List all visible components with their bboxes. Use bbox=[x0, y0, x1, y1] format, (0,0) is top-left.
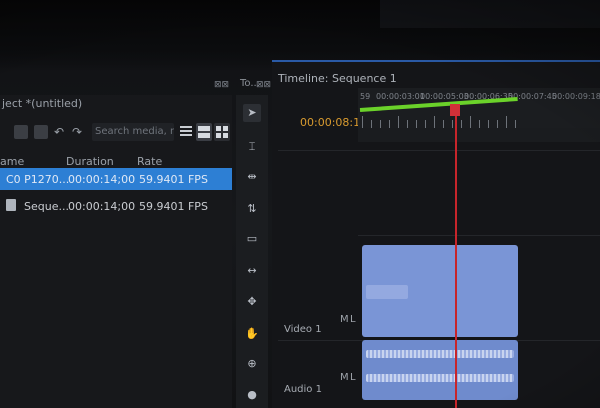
detail-view-icon[interactable] bbox=[196, 123, 212, 141]
media-name: Seque... bbox=[24, 200, 69, 213]
mute-toggle[interactable]: M bbox=[340, 314, 349, 325]
sequence-icon bbox=[6, 199, 16, 211]
ruler-label: 00:00:09:18 bbox=[552, 92, 600, 101]
mute-toggle[interactable]: M bbox=[340, 372, 349, 383]
track-label-video: Video 1 bbox=[284, 324, 322, 335]
hand-tool-icon[interactable]: ✋ bbox=[243, 325, 261, 343]
project-toolbar: ↶ ↷ Search media, m bbox=[0, 117, 232, 147]
media-row[interactable]: Seque... 00:00:14;00 59.9401 FPS bbox=[0, 195, 232, 217]
column-rate[interactable]: Rate bbox=[137, 155, 162, 168]
import-icon[interactable] bbox=[14, 125, 28, 139]
lock-toggle[interactable]: L bbox=[350, 314, 356, 325]
pointer-tool-icon[interactable]: ➤ bbox=[243, 104, 261, 122]
ruler-label: 00:00:05:03 bbox=[420, 92, 469, 101]
ruler-label: 59 bbox=[360, 92, 371, 101]
razor-tool-icon[interactable]: ⌶ bbox=[243, 138, 261, 156]
video-editor-window: ject *(untitled) ↶ ↷ Search media, m ame… bbox=[0, 0, 600, 408]
video-clip[interactable] bbox=[362, 245, 518, 337]
project-panel: ject *(untitled) ↶ ↷ Search media, m ame… bbox=[0, 95, 232, 408]
zoom-tool-icon[interactable]: ⊕ bbox=[243, 355, 261, 373]
media-rate: 59.9401 FPS bbox=[139, 173, 208, 186]
media-rate: 59.9401 FPS bbox=[139, 200, 208, 213]
slip-tool-icon[interactable]: ▭ bbox=[243, 230, 261, 248]
search-input[interactable]: Search media, m bbox=[92, 123, 174, 141]
playhead[interactable] bbox=[455, 104, 457, 408]
ruler-label: 00:00:03:01 bbox=[376, 92, 425, 101]
track-label-audio: Audio 1 bbox=[284, 384, 322, 395]
list-view-icon[interactable] bbox=[178, 123, 194, 141]
ruler-strip bbox=[358, 128, 600, 142]
lock-toggle[interactable]: L bbox=[350, 372, 356, 383]
media-duration: 00:00:14;00 bbox=[68, 200, 136, 213]
roll-tool-icon[interactable]: ⇅ bbox=[243, 200, 261, 218]
column-duration[interactable]: Duration bbox=[66, 155, 114, 168]
grid-view-icon[interactable] bbox=[214, 123, 230, 141]
media-row[interactable]: C0 P1270... 00:00:14;00 59.9401 FPS bbox=[0, 168, 232, 190]
timeline-title: Timeline: Sequence 1 bbox=[278, 72, 397, 85]
media-duration: 00:00:14;00 bbox=[68, 173, 136, 186]
redo-icon[interactable]: ↷ bbox=[72, 125, 86, 139]
marker-tool-icon[interactable]: ● bbox=[243, 386, 261, 404]
dock-close-icon[interactable]: ⊠⊠ bbox=[214, 80, 229, 90]
undo-icon[interactable]: ↶ bbox=[54, 125, 68, 139]
stretch-tool-icon[interactable]: ↔ bbox=[243, 262, 261, 280]
media-name: C0 P1270... bbox=[6, 173, 70, 186]
column-name[interactable]: ame bbox=[0, 155, 24, 168]
playhead-handle[interactable] bbox=[450, 104, 460, 116]
lock-icon[interactable] bbox=[34, 125, 48, 139]
dock-close-icon[interactable]: ⊠⊠ bbox=[256, 80, 271, 90]
audio-clip[interactable] bbox=[362, 340, 518, 400]
slide-tool-icon[interactable]: ✥ bbox=[243, 293, 261, 311]
project-panel-title: ject *(untitled) bbox=[2, 97, 83, 110]
ripple-tool-icon[interactable]: ⇹ bbox=[243, 168, 261, 186]
